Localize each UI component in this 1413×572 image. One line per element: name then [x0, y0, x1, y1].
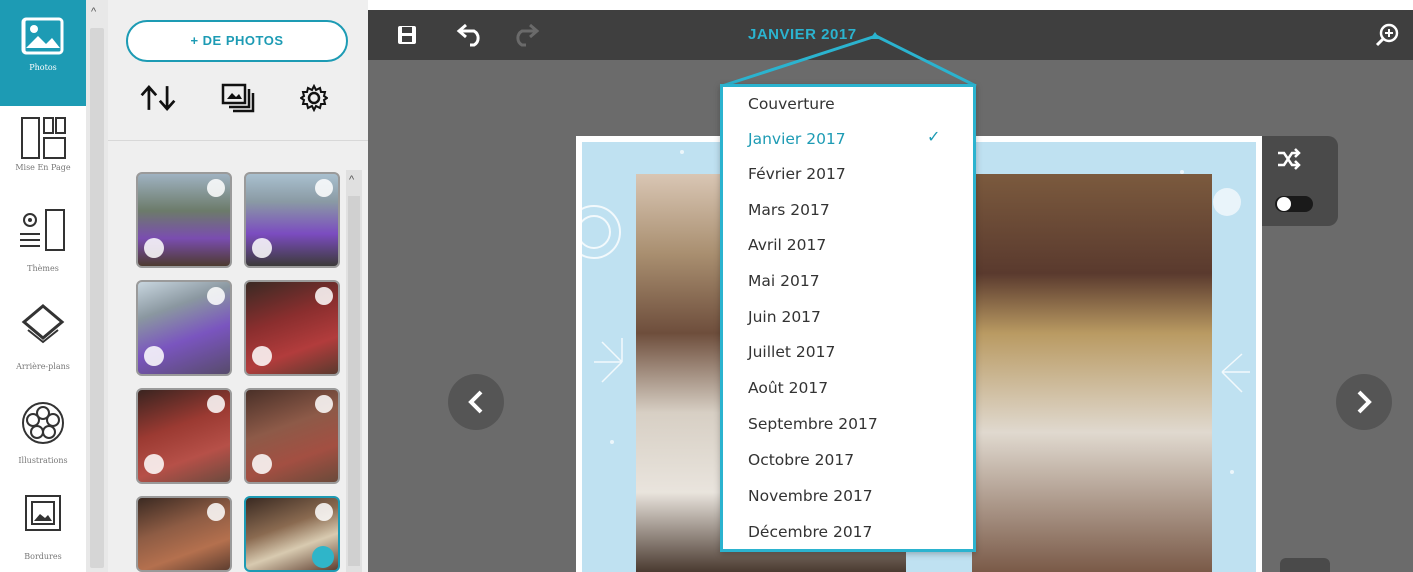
album-photo-right[interactable]: [972, 174, 1212, 572]
tool-label: Mise En Page: [15, 163, 71, 172]
remove-icon[interactable]: [252, 346, 272, 366]
editor-toolbar: JANVIER 2017: [368, 10, 1413, 60]
dropdown-item[interactable]: Août 2017: [748, 379, 828, 397]
dropdown-item[interactable]: Couverture: [748, 95, 835, 113]
tool-label: Bordures: [24, 552, 62, 561]
zoom-icon[interactable]: [315, 503, 333, 521]
editor-top-strip: [368, 0, 1413, 10]
tool-label: Thèmes: [27, 264, 59, 273]
frame-icon: [25, 495, 61, 531]
chevron-up-icon: [870, 32, 880, 39]
remove-icon[interactable]: [252, 238, 272, 258]
remove-icon[interactable]: [252, 454, 272, 474]
page-options-panel: [1262, 136, 1338, 226]
tool-photos[interactable]: Photos: [0, 0, 86, 106]
remove-icon[interactable]: [144, 238, 164, 258]
dropdown-item[interactable]: Décembre 2017: [748, 523, 872, 541]
shuffle-icon[interactable]: [1276, 148, 1302, 170]
checkmark-icon: ✓: [927, 129, 941, 146]
flower-icon: [22, 402, 64, 444]
dropdown-item[interactable]: Juillet 2017: [748, 343, 835, 361]
zoom-icon[interactable]: [207, 179, 225, 197]
panel-divider: [108, 140, 368, 141]
dropdown-item-selected[interactable]: Janvier 2017: [748, 130, 846, 148]
dropdown-item[interactable]: Avril 2017: [748, 236, 826, 254]
tool-label: Photos: [29, 63, 57, 72]
tool-layout[interactable]: Mise En Page: [0, 116, 86, 198]
tool-rail: Photos Mise En Page Thèmes Arrière-plans: [0, 0, 86, 572]
photo-stack-icon: [221, 83, 255, 113]
scroll-up-icon[interactable]: ^: [349, 174, 354, 186]
tool-label: Illustrations: [18, 456, 68, 465]
dropdown-item[interactable]: Février 2017: [748, 165, 846, 183]
check-icon: [312, 546, 334, 568]
next-page-button[interactable]: [1336, 374, 1392, 430]
page-title[interactable]: JANVIER 2017: [748, 26, 857, 43]
photo-thumbnail[interactable]: [244, 172, 340, 268]
photo-thumbnail[interactable]: [244, 388, 340, 484]
undo-icon: [456, 23, 480, 47]
redo-icon: [516, 23, 540, 47]
scrollbar-thumb[interactable]: [348, 196, 360, 566]
photo-thumbnail[interactable]: [136, 280, 232, 376]
zoom-icon: [1375, 23, 1399, 47]
tool-label: Arrière-plans: [16, 362, 70, 371]
zoom-icon[interactable]: [315, 179, 333, 197]
zoom-icon[interactable]: [315, 395, 333, 413]
dropdown-item[interactable]: Novembre 2017: [748, 487, 873, 505]
redo-button[interactable]: [510, 20, 540, 50]
scroll-up-icon[interactable]: ^: [91, 6, 96, 18]
dropdown-item[interactable]: Mai 2017: [748, 272, 820, 290]
tool-illustrations[interactable]: Illustrations: [0, 400, 86, 486]
photo-thumbnail[interactable]: [136, 172, 232, 268]
remove-icon[interactable]: [144, 454, 164, 474]
add-photos-button[interactable]: + DE PHOTOS: [126, 20, 348, 62]
zoom-icon[interactable]: [207, 287, 225, 305]
tool-borders[interactable]: Bordures: [0, 494, 86, 572]
settings-button[interactable]: [294, 78, 334, 118]
zoom-icon[interactable]: [207, 503, 225, 521]
tool-backgrounds[interactable]: Arrière-plans: [0, 300, 86, 392]
rail-scrollbar[interactable]: ^: [86, 0, 108, 572]
photo-stack-button[interactable]: [218, 78, 258, 118]
photo-thumbnail[interactable]: [136, 496, 232, 572]
dropdown-item[interactable]: Mars 2017: [748, 201, 830, 219]
chevron-left-icon: [468, 390, 483, 414]
photo-thumbnail[interactable]: [244, 280, 340, 376]
photo-thumbnail-selected[interactable]: [244, 496, 340, 572]
dropdown-item[interactable]: Septembre 2017: [748, 415, 878, 433]
previous-page-button[interactable]: [448, 374, 504, 430]
image-icon: [21, 17, 64, 55]
scrollbar-thumb[interactable]: [90, 28, 104, 568]
dropdown-item[interactable]: Juin 2017: [748, 308, 821, 326]
panel-scrollbar[interactable]: ^: [346, 170, 362, 572]
zoom-icon[interactable]: [315, 287, 333, 305]
background-icon: [21, 304, 65, 344]
save-icon: [398, 26, 416, 44]
chevron-right-icon: [1357, 390, 1372, 414]
zoom-button[interactable]: [1372, 20, 1402, 50]
photo-panel: + DE PHOTOS ^: [108, 0, 368, 572]
sort-arrows-icon: [140, 85, 176, 111]
themes-icon: [20, 209, 65, 251]
dropdown-item[interactable]: Octobre 2017: [748, 451, 854, 469]
photo-thumbnail[interactable]: [136, 388, 232, 484]
save-button[interactable]: [392, 20, 422, 50]
bottom-panel-tab[interactable]: [1280, 558, 1330, 572]
remove-icon[interactable]: [144, 346, 164, 366]
toggle-switch-icon[interactable]: [1274, 194, 1314, 214]
layout-icon: [21, 117, 66, 159]
gear-icon: [300, 84, 328, 112]
zoom-icon[interactable]: [207, 395, 225, 413]
undo-button[interactable]: [456, 20, 486, 50]
page-dropdown-menu: Couverture Janvier 2017 ✓ Février 2017 M…: [720, 84, 976, 552]
sort-button[interactable]: [138, 78, 178, 118]
tool-themes[interactable]: Thèmes: [0, 208, 86, 294]
